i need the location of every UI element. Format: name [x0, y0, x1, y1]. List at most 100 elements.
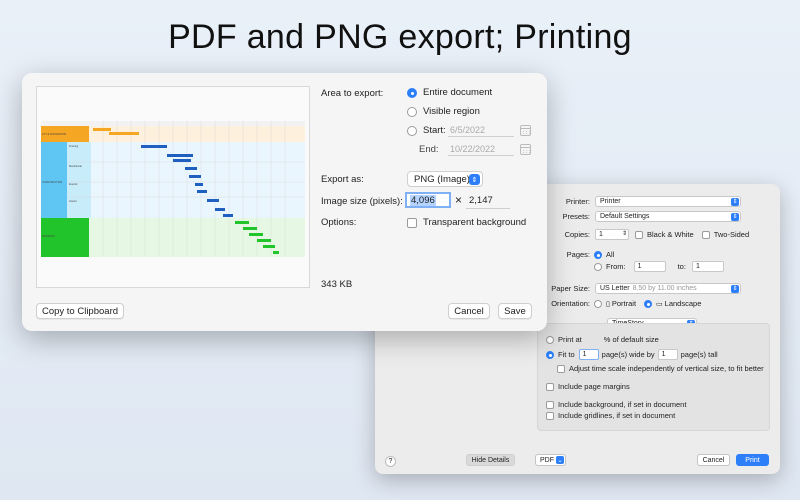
copy-to-clipboard-button[interactable]: Copy to Clipboard	[36, 303, 124, 319]
pages-to-field[interactable]: 1	[691, 261, 724, 272]
orientation-label: Orientation:	[551, 299, 590, 308]
paper-select[interactable]: US Letter 8.50 by 11.00 inches ⇕	[595, 283, 741, 294]
print-at-label: Print at	[558, 335, 582, 344]
portrait-icon: ▯	[606, 300, 610, 308]
visible-region-option[interactable]: Visible region	[407, 106, 480, 117]
start-option[interactable]: Start:	[407, 125, 446, 136]
export-cancel-button[interactable]: Cancel	[448, 303, 490, 319]
fit-tall-field[interactable]: 1	[657, 349, 678, 360]
export-preview: LOT & FOUNDATION CONSTRUCTION FINISHING …	[36, 86, 310, 288]
copies-row: Copies: 1 ⇕ Black & White Two-Sided	[552, 229, 749, 240]
pages-all-radio[interactable]	[594, 250, 602, 259]
stepper-icon[interactable]: ⇕	[622, 230, 627, 237]
orientation-row: Orientation: ▯ Portrait ▭ Landscape	[546, 299, 701, 308]
preview-row-label-3: FINISHING	[42, 235, 55, 238]
print-at-row: Print at % of default size	[546, 335, 659, 344]
help-button[interactable]: ?	[385, 456, 396, 467]
export-dialog: LOT & FOUNDATION CONSTRUCTION FINISHING …	[22, 73, 547, 331]
adjust-scale-label: Adjust time scale independently of verti…	[569, 364, 764, 373]
bw-checkbox[interactable]	[635, 230, 643, 239]
visible-region-radio[interactable]	[407, 106, 417, 117]
print-cancel-button[interactable]: Cancel	[697, 454, 730, 466]
background-checkbox[interactable]	[546, 400, 554, 409]
start-radio[interactable]	[407, 125, 417, 136]
presets-select[interactable]: Default Settings ⇕	[595, 211, 741, 222]
pages-from-radio[interactable]	[594, 262, 602, 271]
from-value: 1	[637, 263, 642, 270]
paper-label: Paper Size:	[551, 284, 590, 293]
landscape-label: Landscape	[664, 299, 702, 308]
entire-document-radio[interactable]	[407, 87, 417, 98]
copies-field[interactable]: 1 ⇕	[595, 229, 629, 240]
entire-document-label: Entire document	[423, 87, 493, 98]
preview-row-label-1: LOT & FOUNDATION	[42, 133, 66, 136]
fit-to-radio[interactable]	[546, 350, 554, 359]
export-as-label: Export as:	[321, 174, 364, 185]
to-value: 1	[695, 263, 700, 270]
calendar-icon[interactable]	[520, 125, 531, 136]
times-sign: ×	[455, 193, 463, 207]
file-size: 343 KB	[321, 279, 353, 290]
image-height-field[interactable]: 2,147	[466, 193, 510, 209]
start-date-value: 6/5/2022	[450, 124, 486, 135]
entire-document-option[interactable]: Entire document	[407, 87, 492, 98]
printer-value: Printer	[600, 198, 621, 205]
transparent-checkbox[interactable]	[407, 217, 417, 228]
fit-wide-value: 1	[582, 351, 587, 358]
presets-row: Presets: Default Settings ⇕	[552, 211, 741, 222]
hide-details-button[interactable]: Hide Details	[466, 454, 515, 466]
adjust-scale-checkbox[interactable]	[557, 364, 565, 373]
transparent-label: Transparent background	[423, 217, 527, 228]
preview-subrow-label-1: Framing	[69, 145, 79, 148]
chevron-updown-icon: ⇕	[469, 174, 480, 185]
page-margins-label: Include page margins	[558, 382, 630, 391]
image-height-value: 2,147	[469, 195, 493, 206]
portrait-radio[interactable]	[594, 299, 602, 308]
landscape-icon: ▭	[656, 300, 663, 308]
end-date-field[interactable]: 10/22/2022	[448, 142, 514, 156]
start-date-field[interactable]: 6/5/2022	[448, 123, 514, 137]
calendar-icon[interactable]	[520, 144, 531, 155]
fit-wide-field[interactable]: 1	[578, 349, 599, 360]
page-margins-row: Include page margins	[546, 382, 630, 391]
save-button[interactable]: Save	[498, 303, 532, 319]
end-date-value: 10/22/2022	[450, 143, 496, 154]
format-select[interactable]: PNG (Image) ⇕	[407, 171, 483, 187]
image-width-field[interactable]: 4,096	[405, 192, 451, 208]
gridlines-checkbox[interactable]	[546, 411, 554, 420]
print-button[interactable]: Print	[736, 454, 769, 466]
pages-from-label: From:	[606, 262, 626, 271]
pages-all-label: All	[606, 250, 615, 259]
pages-from-field[interactable]: 1	[633, 261, 666, 272]
headline: PDF and PNG export; Printing	[168, 18, 632, 56]
end-label: End:	[419, 144, 439, 155]
pages-to-label: to:	[677, 262, 686, 271]
format-value: PNG (Image)	[414, 173, 470, 185]
page-margins-checkbox[interactable]	[546, 382, 554, 391]
pages-all-row: Pages: All	[552, 250, 615, 259]
background-row: Include background, if set in document	[546, 400, 686, 409]
fit-to-row: Fit to 1 page(s) wide by 1 page(s) tall	[546, 349, 718, 360]
copies-value: 1	[599, 231, 603, 238]
start-label: Start:	[423, 125, 446, 136]
pages-label: Pages:	[566, 250, 590, 259]
fit-tall-suffix: page(s) tall	[680, 350, 718, 359]
preview-row-label-2: CONSTRUCTION	[42, 181, 62, 184]
print-at-radio[interactable]	[546, 335, 554, 344]
adjust-scale-row: Adjust time scale independently of verti…	[557, 364, 764, 373]
chevron-updown-icon: ⇕	[731, 285, 739, 293]
pages-range-row: From: 1 to: 1	[594, 261, 724, 272]
paper-row: Paper Size: US Letter 8.50 by 11.00 inch…	[546, 283, 741, 294]
printer-select[interactable]: Printer ⇕	[595, 196, 741, 207]
chevron-down-icon: ⌄	[556, 456, 564, 464]
fit-tall-value: 1	[661, 351, 666, 358]
area-label: Area to export:	[321, 88, 384, 99]
landscape-radio[interactable]	[644, 299, 653, 308]
transparent-option[interactable]: Transparent background	[407, 217, 526, 228]
fit-wide-suffix: page(s) wide by	[601, 350, 655, 359]
two-sided-checkbox[interactable]	[701, 230, 710, 239]
chevron-updown-icon: ⇕	[731, 213, 739, 221]
visible-region-label: Visible region	[423, 106, 480, 117]
preview-subrow-label-3: Exterior	[69, 183, 78, 186]
pdf-menu-button[interactable]: PDF ⌄	[535, 454, 566, 466]
